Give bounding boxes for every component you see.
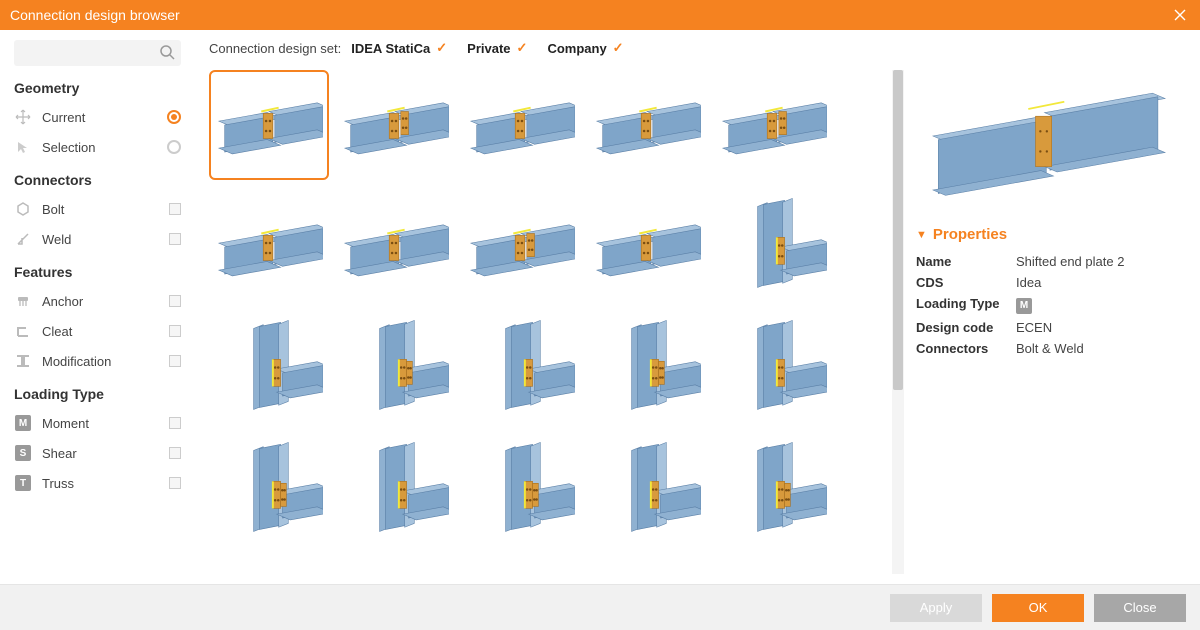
features-anchor[interactable]: Anchor xyxy=(14,286,181,316)
check-icon: ✓ xyxy=(436,40,447,56)
prop-cds: CDS Idea xyxy=(916,272,1182,293)
properties-header[interactable]: ▼ Properties xyxy=(916,226,1182,243)
set-ideastatica[interactable]: IDEA StatiCa xyxy=(351,41,430,56)
gallery-thumb[interactable] xyxy=(335,314,455,424)
filterbar-label: Connection design set: xyxy=(209,41,341,56)
prop-connectors: Connectors Bolt & Weld xyxy=(916,338,1182,359)
set-company[interactable]: Company xyxy=(547,41,606,56)
moment-badge-icon: M xyxy=(14,414,32,432)
checkbox-bolt[interactable] xyxy=(169,203,181,215)
gallery-thumb[interactable] xyxy=(209,314,329,424)
check-icon: ✓ xyxy=(517,40,528,56)
gallery-thumb[interactable] xyxy=(587,436,707,546)
sidebar: Geometry Current Selection Connectors Bo… xyxy=(0,30,195,584)
search-icon[interactable] xyxy=(159,44,175,60)
cleat-icon xyxy=(14,322,32,340)
main-area: Geometry Current Selection Connectors Bo… xyxy=(0,30,1200,584)
gallery-wrap xyxy=(209,70,904,574)
checkbox-weld[interactable] xyxy=(169,233,181,245)
bolt-icon xyxy=(14,200,32,218)
checkbox-shear[interactable] xyxy=(169,447,181,459)
search-input[interactable] xyxy=(14,40,181,66)
connectors-weld[interactable]: Weld xyxy=(14,224,181,254)
prop-designcode: Design code ECEN xyxy=(916,317,1182,338)
section-geometry-title: Geometry xyxy=(14,80,181,96)
connectors-bolt[interactable]: Bolt xyxy=(14,194,181,224)
shear-badge-icon: S xyxy=(14,444,32,462)
move-icon xyxy=(14,108,32,126)
checkbox-truss[interactable] xyxy=(169,477,181,489)
prop-loadingtype: Loading Type M xyxy=(916,293,1182,317)
loadingtype-shear[interactable]: S Shear xyxy=(14,438,181,468)
gallery-thumb[interactable] xyxy=(209,192,329,302)
gallery-thumb[interactable] xyxy=(713,436,833,546)
titlebar: Connection design browser xyxy=(0,0,1200,30)
checkbox-anchor[interactable] xyxy=(169,295,181,307)
gallery-thumb[interactable] xyxy=(209,70,329,180)
gallery-thumb[interactable] xyxy=(461,436,581,546)
gallery-thumb[interactable] xyxy=(587,70,707,180)
gallery-thumb[interactable] xyxy=(335,192,455,302)
gallery-thumb[interactable] xyxy=(713,70,833,180)
features-cleat[interactable]: Cleat xyxy=(14,316,181,346)
filterbar: Connection design set: IDEA StatiCa ✓ Pr… xyxy=(209,40,904,56)
loadingtype-truss[interactable]: T Truss xyxy=(14,468,181,498)
geometry-selection[interactable]: Selection xyxy=(14,132,181,162)
gallery xyxy=(209,70,890,574)
checkbox-moment[interactable] xyxy=(169,417,181,429)
center-panel: Connection design set: IDEA StatiCa ✓ Pr… xyxy=(195,30,910,584)
gallery-thumb[interactable] xyxy=(587,192,707,302)
gallery-thumb[interactable] xyxy=(461,192,581,302)
checkbox-modification[interactable] xyxy=(169,355,181,367)
search-wrap xyxy=(14,40,181,66)
gallery-thumb[interactable] xyxy=(209,436,329,546)
checkbox-cleat[interactable] xyxy=(169,325,181,337)
apply-button[interactable]: Apply xyxy=(890,594,982,622)
cursor-icon xyxy=(14,138,32,156)
features-modification[interactable]: Modification xyxy=(14,346,181,376)
scrollbar[interactable] xyxy=(892,70,904,574)
radio-selection[interactable] xyxy=(167,140,181,154)
weld-icon xyxy=(14,230,32,248)
set-private[interactable]: Private xyxy=(467,41,510,56)
section-connectors-title: Connectors xyxy=(14,172,181,188)
gallery-thumb[interactable] xyxy=(461,70,581,180)
footer: Apply OK Close xyxy=(0,584,1200,630)
close-icon[interactable] xyxy=(1170,5,1190,25)
ok-button[interactable]: OK xyxy=(992,594,1084,622)
check-icon: ✓ xyxy=(613,40,624,56)
preview xyxy=(916,46,1182,226)
geometry-current[interactable]: Current xyxy=(14,102,181,132)
gallery-thumb[interactable] xyxy=(587,314,707,424)
prop-name: Name Shifted end plate 2 xyxy=(916,251,1182,272)
scroll-thumb[interactable] xyxy=(893,70,903,390)
truss-badge-icon: T xyxy=(14,474,32,492)
window-title: Connection design browser xyxy=(10,7,180,23)
modification-icon xyxy=(14,352,32,370)
section-features-title: Features xyxy=(14,264,181,280)
gallery-thumb[interactable] xyxy=(335,436,455,546)
gallery-thumb[interactable] xyxy=(335,70,455,180)
loadingtype-moment[interactable]: M Moment xyxy=(14,408,181,438)
gallery-thumb[interactable] xyxy=(713,192,833,302)
right-panel: ▼ Properties Name Shifted end plate 2 CD… xyxy=(910,30,1200,584)
close-button[interactable]: Close xyxy=(1094,594,1186,622)
anchor-icon xyxy=(14,292,32,310)
gallery-thumb[interactable] xyxy=(461,314,581,424)
radio-current[interactable] xyxy=(167,110,181,124)
section-loadingtype-title: Loading Type xyxy=(14,386,181,402)
collapse-triangle-icon: ▼ xyxy=(916,229,927,241)
gallery-thumb[interactable] xyxy=(713,314,833,424)
